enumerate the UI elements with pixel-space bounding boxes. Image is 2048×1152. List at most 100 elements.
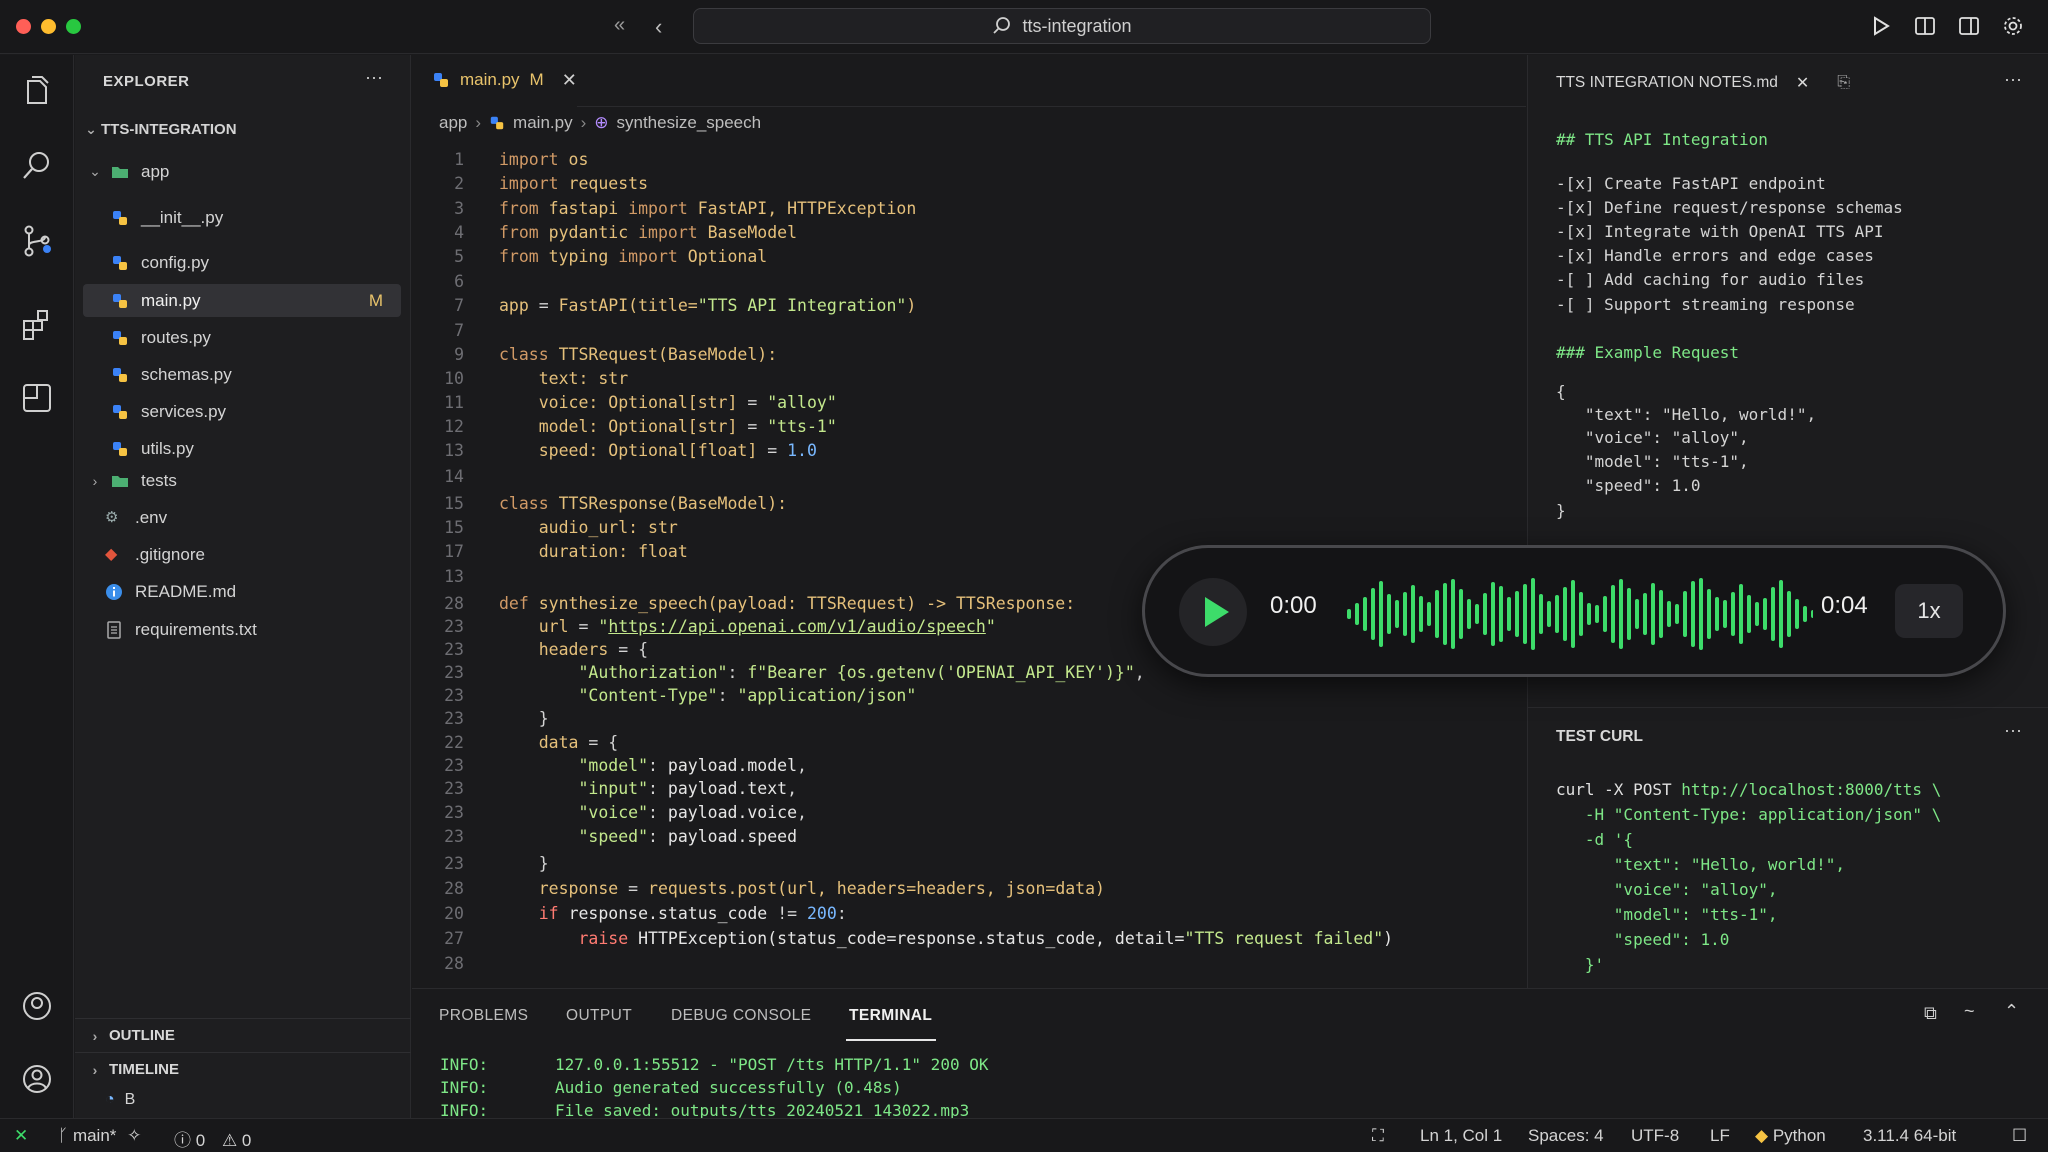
code-token: : bbox=[836, 904, 847, 923]
open-preview-icon[interactable]: ⎘ bbox=[1837, 74, 1850, 92]
folder-app[interactable]: ⌄ app bbox=[85, 155, 403, 188]
source-control-icon[interactable] bbox=[19, 223, 55, 259]
indentation[interactable]: Spaces: 4 bbox=[1528, 1126, 1604, 1146]
account-icon[interactable] bbox=[19, 988, 55, 1024]
notifications-icon[interactable]: ☐ bbox=[2012, 1126, 2027, 1146]
curl-url[interactable]: http://localhost:8000/tts \ bbox=[1681, 780, 1941, 799]
folder-tests[interactable]: › tests bbox=[85, 464, 403, 497]
code-token: def bbox=[499, 594, 539, 613]
code-token: payload.voice bbox=[667, 803, 798, 822]
encoding[interactable]: UTF-8 bbox=[1631, 1126, 1679, 1146]
tab-main-py[interactable]: main.py M ✕ bbox=[412, 55, 577, 107]
file-utils-py[interactable]: utils.py bbox=[83, 432, 401, 465]
tab-output[interactable]: OUTPUT bbox=[566, 1007, 632, 1025]
code-token: " bbox=[985, 617, 996, 636]
code-token: data bbox=[538, 733, 589, 752]
live-share-icon[interactable]: ⛶ bbox=[1372, 1126, 1384, 1146]
file-init---py[interactable]: __init__.py bbox=[83, 201, 401, 234]
maximize-panel-icon[interactable]: ⌃ bbox=[2004, 1001, 2019, 1022]
explorer-sidebar: EXPLORER ··· ⌄ TTS-INTEGRATION ⌄ app __i… bbox=[75, 55, 411, 1118]
file-routes-py[interactable]: routes.py bbox=[83, 321, 401, 354]
line-number: 23 bbox=[444, 663, 464, 682]
file-gitignore[interactable]: ◆ .gitignore bbox=[105, 538, 423, 571]
close-tab-icon[interactable]: ✕ bbox=[562, 70, 577, 91]
code-token[interactable]: https://api.openai.com/v1/audio/speech bbox=[608, 617, 986, 636]
run-icon[interactable] bbox=[1870, 15, 1892, 37]
problems-indicator[interactable]: ⓘ 0 ⚠ 0 bbox=[174, 1126, 251, 1151]
code-token: Optional bbox=[687, 247, 768, 266]
more-icon[interactable]: ~ bbox=[1964, 1001, 1975, 1022]
close-tab-icon[interactable]: ✕ bbox=[1796, 73, 1809, 93]
file-readme[interactable]: README.md bbox=[105, 575, 423, 608]
tab-problems[interactable]: PROBLEMS bbox=[439, 1007, 528, 1025]
timeline-section[interactable]: › TIMELINE bbox=[75, 1052, 411, 1086]
project-root[interactable]: ⌄ TTS-INTEGRATION bbox=[81, 113, 399, 146]
breadcrumb-item[interactable]: app bbox=[439, 113, 467, 133]
line-source: import os bbox=[499, 148, 588, 172]
info-icon bbox=[106, 583, 122, 600]
line-source: from typing import Optional bbox=[499, 245, 767, 269]
waveform-bar bbox=[1459, 589, 1463, 639]
tab-terminal[interactable]: TERMINAL bbox=[849, 1007, 932, 1025]
manage-icon[interactable] bbox=[19, 1061, 55, 1097]
maximize-window-button[interactable] bbox=[66, 19, 81, 34]
log-level: INFO: bbox=[440, 1078, 489, 1097]
code-token: FastAPI(title= bbox=[558, 296, 698, 315]
code-token: != bbox=[777, 904, 807, 923]
warning-count: 0 bbox=[241, 1131, 252, 1150]
line-number: 23 bbox=[444, 803, 464, 822]
new-terminal-icon[interactable]: ⧉ bbox=[1924, 1003, 1937, 1024]
waveform[interactable] bbox=[1343, 574, 1813, 654]
more-actions-icon[interactable]: ··· bbox=[365, 67, 383, 88]
remote-icon[interactable]: ✕ bbox=[14, 1126, 28, 1146]
waveform-bar bbox=[1651, 583, 1655, 645]
extensions-icon[interactable] bbox=[19, 307, 55, 343]
outline-section[interactable]: › OUTLINE bbox=[75, 1018, 411, 1052]
code-token: from bbox=[499, 199, 549, 218]
explorer-files-icon[interactable] bbox=[19, 73, 55, 109]
line-source: "speed": payload.speed bbox=[499, 825, 797, 849]
python-file-icon bbox=[113, 330, 127, 345]
folder-icon bbox=[112, 475, 128, 487]
file-services-py[interactable]: services.py bbox=[83, 395, 401, 428]
breadcrumb-item[interactable]: main.py bbox=[513, 113, 573, 133]
file-label: routes.py bbox=[141, 327, 211, 347]
code-token: = { bbox=[588, 733, 619, 752]
cursor-position[interactable]: Ln 1, Col 1 bbox=[1420, 1126, 1502, 1146]
close-window-button[interactable] bbox=[16, 19, 31, 34]
file-env[interactable]: ⚙ .env bbox=[105, 501, 423, 534]
file-main-py[interactable]: main.py M bbox=[83, 284, 401, 317]
file-requirements[interactable]: requirements.txt bbox=[105, 613, 423, 646]
back-arrow-icon[interactable]: ‹ bbox=[655, 14, 662, 40]
command-center-search[interactable]: tts-integration bbox=[693, 8, 1431, 44]
branch-indicator[interactable]: ᚴ main* ✧ bbox=[58, 1126, 141, 1146]
tab-debug-console[interactable]: DEBUG CONSOLE bbox=[671, 1007, 811, 1025]
play-button[interactable] bbox=[1179, 578, 1247, 646]
code-token: HTTPException(status_code=response.statu… bbox=[638, 929, 1185, 948]
more-actions-icon[interactable]: ··· bbox=[2004, 69, 2022, 90]
code-token: , bbox=[1134, 663, 1145, 682]
line-ending[interactable]: LF bbox=[1710, 1126, 1730, 1146]
code-token: payload.text bbox=[667, 779, 788, 798]
waveform-bar bbox=[1659, 590, 1663, 638]
split-editor-icon[interactable] bbox=[1914, 15, 1936, 37]
notes-tab[interactable]: TTS INTEGRATION NOTES.md ✕ ⎘ bbox=[1556, 73, 1850, 93]
waveform-bar bbox=[1499, 586, 1503, 642]
settings-gear-icon[interactable] bbox=[2002, 15, 2024, 37]
remote-explorer-icon[interactable] bbox=[19, 380, 55, 416]
timeline-item[interactable]: ◔ B bbox=[105, 1091, 135, 1109]
breadcrumb-item[interactable]: synthesize_speech bbox=[617, 113, 762, 133]
file-schemas-py[interactable]: schemas.py bbox=[83, 358, 401, 391]
more-actions-icon[interactable]: ··· bbox=[2004, 720, 2022, 741]
file-config-py[interactable]: config.py bbox=[83, 246, 401, 279]
search-icon[interactable] bbox=[19, 148, 55, 184]
language-mode[interactable]: ◆ Python bbox=[1755, 1126, 1826, 1146]
line-source: audio_url: str bbox=[499, 516, 678, 540]
line-source: "model": payload.model, bbox=[499, 754, 807, 778]
minimize-window-button[interactable] bbox=[41, 19, 56, 34]
code-token: = bbox=[747, 417, 768, 436]
interpreter-version[interactable]: 3.11.4 64-bit bbox=[1863, 1126, 1956, 1146]
double-chevron-left-icon[interactable]: « bbox=[614, 14, 625, 37]
toggle-panel-icon[interactable] bbox=[1958, 15, 1980, 37]
playback-speed-button[interactable]: 1x bbox=[1895, 584, 1963, 638]
